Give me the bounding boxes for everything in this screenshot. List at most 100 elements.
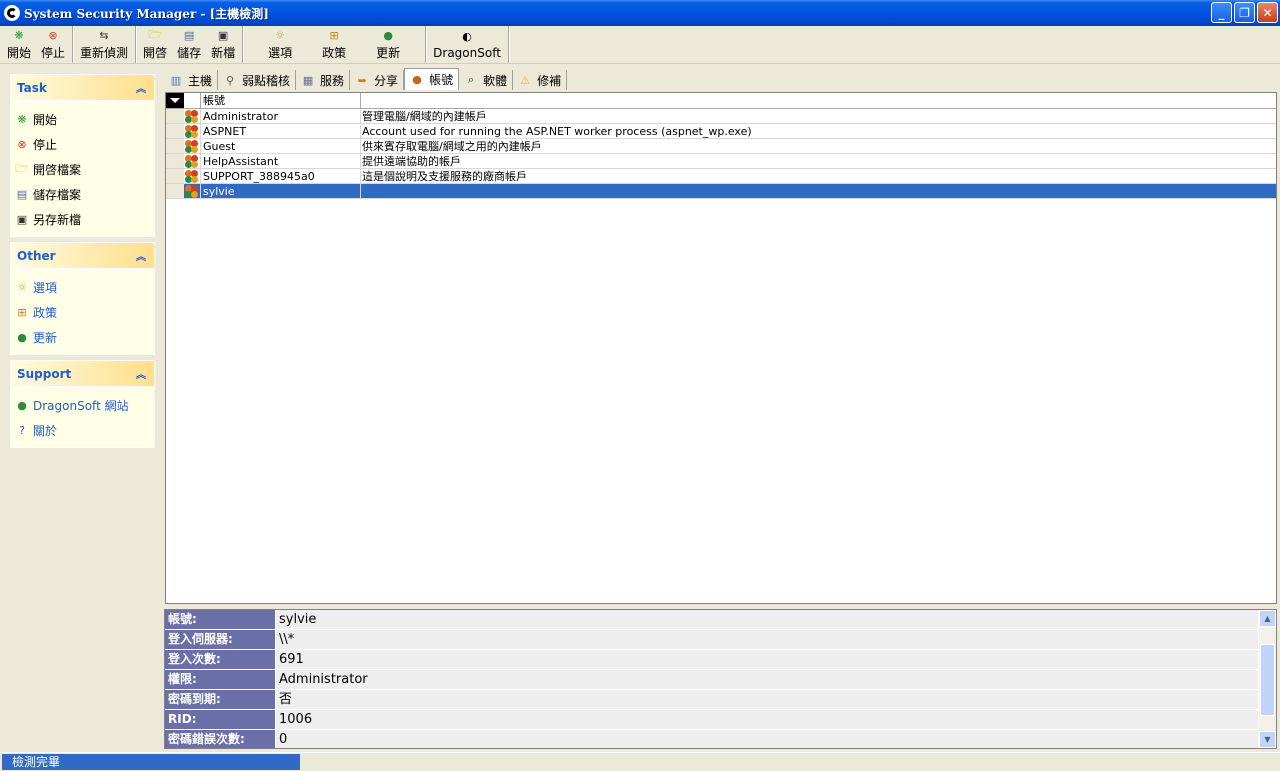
sidebar-item-options[interactable]: ☼ 選項	[14, 275, 152, 300]
warning-icon: ⚠	[520, 73, 531, 87]
collapse-chevron-icon[interactable]: ︽	[136, 366, 146, 381]
detail-value[interactable]: 691	[276, 650, 1258, 669]
tab-warning[interactable]: ⚠ 修補	[513, 70, 568, 90]
globe-icon: ●	[17, 399, 27, 412]
support-group: Support ︽ ● DragonSoft 網站? 關於	[10, 360, 155, 448]
scroll-down-button[interactable]: ▼	[1259, 731, 1276, 748]
task-group: Task ︽ ❋ 開始 ⊗ 停止 🗁 開啓檔案 ▤ 儲存檔案 ▣ 另存新檔	[10, 74, 155, 237]
user-accounts-icon	[185, 109, 199, 123]
detail-row: RID: 1006	[165, 710, 1276, 730]
toolbar-button-label: 政策	[322, 46, 347, 60]
table-row[interactable]: Guest 供來賓存取電腦/網域之用的內建帳戶	[166, 139, 1276, 154]
tab-share[interactable]: ➥ 分享	[350, 70, 405, 90]
detail-row: 登入次數: 691	[165, 650, 1276, 670]
row-header[interactable]	[166, 169, 184, 183]
other-group-header[interactable]: Other ︽	[10, 242, 155, 269]
detail-value[interactable]: Administrator	[276, 670, 1258, 689]
grid-header: 帳號	[166, 93, 1276, 109]
sidebar-item-save[interactable]: ▤ 儲存檔案	[14, 182, 152, 207]
sidebar-item-globe[interactable]: ● DragonSoft 網站	[14, 393, 152, 418]
toolbar-button-start[interactable]: ❋ 開始	[2, 26, 36, 63]
title-bar: System Security Manager - [主機檢測] _ ❐ ✕	[0, 0, 1280, 26]
app-logo-icon[interactable]	[4, 5, 20, 21]
scroll-thumb[interactable]	[1260, 644, 1275, 716]
sidebar-item-policy[interactable]: ⊞ 政策	[14, 300, 152, 325]
collapse-chevron-icon[interactable]: ︽	[136, 80, 146, 95]
detail-label: 權限:	[165, 670, 275, 689]
accounts-icon: ●	[412, 73, 422, 86]
audit-magnifier-icon: ⚲	[225, 73, 235, 87]
toolbar-button-new-file[interactable]: ▣ 新檔	[206, 26, 240, 63]
toolbar-button-label: 重新偵測	[80, 46, 129, 60]
toolbar-button-update-globe[interactable]: ● 更新	[361, 26, 415, 63]
detail-label: 登入次數:	[165, 650, 275, 669]
detail-value[interactable]: 1006	[276, 710, 1258, 729]
toolbar-button-policy[interactable]: ⊞ 政策	[307, 26, 361, 63]
grid-corner-dropdown-icon[interactable]	[166, 93, 184, 108]
toolbar-group: 🗁 開啓 ▤ 儲存 ▣ 新檔	[136, 26, 244, 63]
column-header-account[interactable]: 帳號	[201, 93, 361, 108]
help-icon: ?	[19, 424, 25, 437]
detail-label: 密碼錯誤次數:	[165, 730, 275, 748]
row-header[interactable]	[166, 154, 184, 168]
toolbar-button-save[interactable]: ▤ 儲存	[172, 26, 206, 63]
tab-label: 弱點稽核	[242, 73, 291, 88]
task-group-header[interactable]: Task ︽	[10, 74, 155, 101]
row-header[interactable]	[166, 139, 184, 153]
account-description-cell: 提供遠端協助的帳戶	[362, 155, 461, 168]
tab-label: 服務	[320, 73, 345, 88]
detail-value[interactable]: sylvie	[276, 610, 1258, 629]
row-header[interactable]	[166, 109, 184, 123]
sidebar-item-save-as[interactable]: ▣ 另存新檔	[14, 207, 152, 232]
account-description-cell: 這是個說明及支援服務的廠商帳戶	[362, 170, 527, 183]
row-header[interactable]	[166, 184, 184, 198]
table-row[interactable]: ASPNET Account used for running the ASP.N…	[166, 124, 1276, 139]
toolbar-button-redetect[interactable]: ⇆ 重新偵測	[75, 26, 133, 63]
account-description-cell: Account used for running the ASP.NET wor…	[362, 125, 752, 138]
sidebar-item-stop[interactable]: ⊗ 停止	[14, 132, 152, 157]
sidebar-item-open-folder[interactable]: 🗁 開啓檔案	[14, 157, 152, 182]
toolbar-button-options[interactable]: ☼ 選項	[253, 26, 307, 63]
detail-scrollbar[interactable]: ▲ ▼	[1259, 610, 1276, 748]
tab-host[interactable]: ▥ 主機	[164, 70, 219, 90]
close-button[interactable]: ✕	[1257, 2, 1278, 23]
new-file-icon: ▣	[217, 28, 229, 42]
account-name-cell: SUPPORT_388945a0	[201, 169, 361, 183]
tab-accounts[interactable]: ● 帳號	[404, 68, 460, 90]
stop-icon: ⊗	[17, 138, 27, 151]
tab-label: 分享	[374, 73, 399, 88]
sidebar-item-update-globe[interactable]: ● 更新	[14, 325, 152, 350]
restore-button[interactable]: ❐	[1234, 2, 1255, 23]
toolbar-button-label: 停止	[41, 46, 66, 60]
tab-software[interactable]: ⌕ 軟體	[459, 70, 514, 90]
detail-value[interactable]: 否	[276, 690, 1258, 709]
column-header-description[interactable]	[361, 93, 1276, 108]
tab-service[interactable]: ▦ 服務	[296, 70, 351, 90]
sidebar-item-start[interactable]: ❋ 開始	[14, 107, 152, 132]
account-name-cell: HelpAssistant	[201, 154, 361, 168]
account-description-cell: 供來賓存取電腦/網域之用的內建帳戶	[362, 140, 542, 153]
software-icon: ⌕	[467, 73, 475, 86]
table-row[interactable]: sylvie	[166, 184, 1276, 199]
other-group-title: Other	[17, 248, 56, 263]
support-group-header[interactable]: Support ︽	[10, 360, 155, 387]
scroll-up-button[interactable]: ▲	[1259, 610, 1276, 627]
collapse-chevron-icon[interactable]: ︽	[136, 248, 146, 263]
policy-icon: ⊞	[17, 306, 27, 319]
toolbar-group: ◐ DragonSoft	[426, 26, 509, 63]
toolbar-button-dragonsoft-logo[interactable]: ◐ DragonSoft	[428, 26, 506, 63]
table-row[interactable]: HelpAssistant 提供遠端協助的帳戶	[166, 154, 1276, 169]
table-row[interactable]: SUPPORT_388945a0 這是個說明及支援服務的廠商帳戶	[166, 169, 1276, 184]
detail-value[interactable]: \\*	[276, 630, 1258, 649]
row-header[interactable]	[166, 124, 184, 138]
service-icon: ▦	[302, 73, 314, 87]
detail-value[interactable]: 0	[276, 730, 1258, 748]
toolbar-button-open-folder[interactable]: 🗁 開啓	[138, 26, 172, 63]
user-accounts-icon	[185, 124, 199, 138]
table-row[interactable]: Administrator 管理電腦/網域的內建帳戶	[166, 109, 1276, 124]
toolbar-button-stop[interactable]: ⊗ 停止	[36, 26, 70, 63]
sidebar-item-help[interactable]: ? 關於	[14, 418, 152, 443]
tab-audit-magnifier[interactable]: ⚲ 弱點稽核	[218, 70, 297, 90]
minimize-button[interactable]: _	[1211, 2, 1232, 23]
toolbar-button-label: 開啓	[143, 46, 168, 60]
